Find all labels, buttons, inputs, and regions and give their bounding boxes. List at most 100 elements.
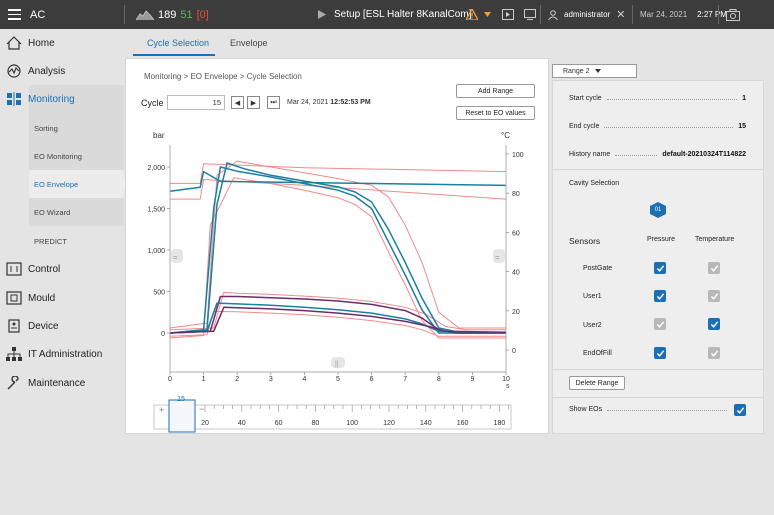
y2-axis-unit: °C — [501, 131, 510, 140]
endoffill-temperature-checkbox — [708, 347, 720, 359]
y-tick-label: 0 — [161, 331, 165, 338]
setup-label[interactable]: Setup [ESL Halter 8KanalCom] — [334, 9, 471, 20]
sensors-heading: Sensors — [569, 236, 601, 246]
x-tick-label: 2 — [235, 376, 239, 383]
play-icon[interactable] — [318, 10, 326, 19]
close-icon[interactable]: ✕ — [616, 8, 625, 21]
current-date: Mar 24, 2021 — [640, 10, 688, 19]
media-icon[interactable] — [502, 9, 514, 20]
nav-label: Control — [28, 263, 61, 275]
nav-mould[interactable]: Mould — [0, 284, 124, 312]
chevron-down-icon[interactable] — [484, 12, 491, 17]
timeline-marker-label: 15 — [177, 396, 185, 403]
show-eos-checkbox[interactable] — [734, 404, 746, 416]
postgate-pressure-checkbox[interactable] — [654, 262, 666, 274]
subnav-eo-envelope[interactable]: EO Envelope — [29, 170, 124, 198]
user2-pressure-checkbox — [654, 318, 666, 330]
monitoring-icon — [5, 90, 23, 108]
start-cycle-value: 1 — [742, 95, 746, 102]
user1-pressure-checkbox[interactable] — [654, 290, 666, 302]
end-cycle-row: End cycle 15 — [569, 123, 746, 130]
divider — [632, 5, 633, 24]
x-tick-label: 1 — [202, 376, 206, 383]
zoom-out-icon[interactable]: − — [199, 404, 204, 414]
nav-label: Home — [28, 37, 55, 49]
cycle-chart[interactable]: 0 500 1,000 1,500 2,000 0 20 40 60 80 100 0 1 2 3 4 5 6 7 8… — [125, 125, 525, 437]
nav-it-administration[interactable]: IT Administration — [0, 340, 124, 368]
nav-device[interactable]: Device — [0, 312, 124, 340]
add-range-button[interactable]: Add Range — [456, 84, 535, 98]
delete-range-button[interactable]: Delete Range — [569, 376, 625, 390]
y-tick-label: 2,000 — [147, 165, 165, 172]
camera-area[interactable] — [726, 0, 740, 29]
last-cycle-button[interactable]: ⏭ — [267, 96, 280, 109]
screen-icon[interactable] — [524, 9, 536, 20]
camera-icon[interactable] — [726, 8, 740, 21]
warning-icon[interactable] — [466, 9, 478, 20]
cycle-date: Mar 24, 2021 — [287, 99, 329, 106]
timeline-label: 160 — [457, 420, 469, 427]
subnav-sorting[interactable]: Sorting — [29, 114, 124, 142]
nav-label: IT Administration — [28, 348, 103, 360]
reset-eo-button[interactable]: Reset to EO values — [456, 106, 535, 120]
history-name-label: History name — [569, 151, 611, 158]
tab-cycle-selection[interactable]: Cycle Selection — [147, 38, 209, 48]
start-cycle-label: Start cycle — [569, 95, 602, 102]
show-eos-label: Show EOs — [569, 406, 603, 413]
setup-area[interactable]: Setup [ESL Halter 8KanalCom] — [318, 0, 471, 29]
handle-grip-icon: = — [495, 253, 500, 262]
nav-label: Device — [28, 320, 59, 332]
pressure-column-header: Pressure — [647, 236, 676, 243]
divider — [553, 397, 763, 398]
nav-label: Mould — [28, 292, 56, 304]
tab-envelope[interactable]: Envelope — [230, 38, 268, 48]
y2-tick-label: 0 — [512, 348, 516, 355]
subnav-predict[interactable]: PREDICT — [29, 227, 124, 255]
network-icon — [5, 345, 23, 363]
history-name-row: History name default-20210324T114822 — [569, 151, 746, 158]
current-time: 2:27 PM — [697, 10, 727, 19]
previous-icon: ◀ — [234, 99, 241, 107]
cycle-input[interactable]: 15 — [167, 95, 225, 110]
cycle-counters: 189 51 [0] — [136, 0, 209, 29]
history-name-value: default-20210324T114822 — [662, 151, 746, 158]
user1-temperature-checkbox — [708, 290, 720, 302]
nav-monitoring[interactable]: Monitoring — [0, 85, 124, 113]
timeline-label: 140 — [420, 420, 432, 427]
y-tick-label: 1,500 — [147, 207, 165, 214]
sensor-name-postgate: PostGate — [583, 265, 613, 272]
app-title: AC — [30, 8, 46, 21]
next-cycle-button[interactable]: ▶ — [247, 96, 260, 109]
warning-area[interactable] — [466, 0, 491, 29]
zoom-in-icon[interactable]: + — [159, 405, 164, 415]
y-axis-unit: bar — [153, 131, 165, 140]
menu-icon[interactable] — [7, 0, 21, 29]
y2-tick-label: 20 — [512, 309, 520, 316]
subnav-eo-monitoring[interactable]: EO Monitoring — [29, 142, 124, 170]
subnav-eo-wizard[interactable]: EO Wizard — [29, 198, 124, 226]
user2-temperature-checkbox[interactable] — [708, 318, 720, 330]
range-select[interactable]: Range 2 — [552, 64, 637, 78]
trend-icon — [136, 9, 154, 20]
nav-control[interactable]: Control — [0, 255, 124, 283]
timeline-selection[interactable] — [168, 399, 196, 433]
divider — [553, 169, 763, 170]
cycle-timeline[interactable]: 15 + − 20 40 60 80 100 120 140 160 180 — [153, 396, 512, 433]
next-icon: ▶ — [250, 99, 257, 107]
sensor-name-user1: User1 — [583, 293, 602, 300]
nav-maintenance[interactable]: Maintenance — [0, 369, 124, 397]
datetime: Mar 24, 2021 2:27 PM — [640, 0, 727, 29]
previous-cycle-button[interactable]: ◀ — [231, 96, 244, 109]
chart-axes: 0 500 1,000 1,500 2,000 0 20 40 60 80 100 0 1 2 3 4 5 6 7 8… — [147, 145, 524, 383]
timeline-label: 20 — [201, 420, 209, 427]
x-tick-label: 10 — [502, 376, 510, 383]
endoffill-pressure-checkbox[interactable] — [654, 347, 666, 359]
count-good: 51 — [180, 8, 193, 21]
nav-analysis[interactable]: Analysis — [0, 57, 124, 85]
nav-home[interactable]: Home — [0, 29, 124, 57]
cycle-label: Cycle — [141, 98, 164, 108]
y2-tick-label: 80 — [512, 191, 520, 198]
user-area[interactable]: administrator ✕ — [548, 0, 625, 29]
end-cycle-label: End cycle — [569, 123, 600, 130]
end-cycle-value: 15 — [738, 123, 746, 130]
